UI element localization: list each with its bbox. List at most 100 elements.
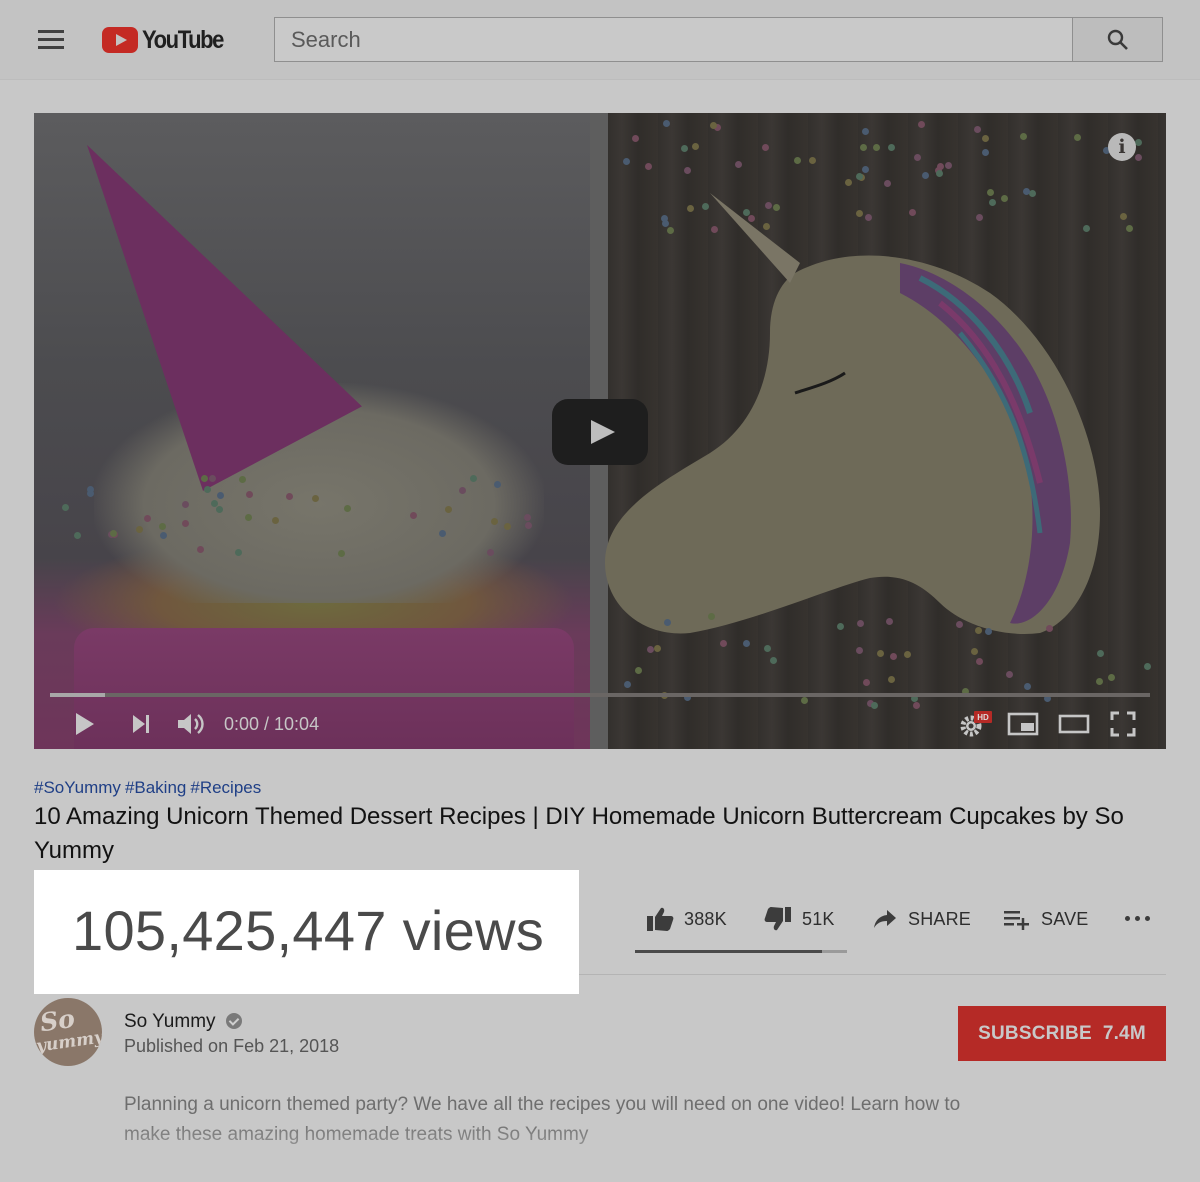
sprinkle [761,144,769,152]
progress-bar[interactable] [50,693,1150,697]
sentiment-bar [635,950,847,953]
sprinkle [707,613,715,621]
sprinkle [663,619,671,627]
miniplayer-icon[interactable] [1007,711,1039,737]
like-button[interactable]: 388K [646,903,727,935]
sprinkle [1028,189,1036,197]
sprinkle [888,143,896,151]
hashtag-soyummy[interactable]: #SoYummy [34,778,121,797]
sprinkle [469,475,477,483]
views-highlight: 105,425,447 views [34,870,579,994]
player-controls: 0:00 / 10:04 HD [34,703,1166,749]
sentiment-fill [635,950,822,953]
sprinkle [743,639,751,647]
save-label: SAVE [1041,908,1089,929]
channel-avatar[interactable]: So yummy [34,998,102,1066]
share-label: SHARE [908,908,972,929]
video-title: 10 Amazing Unicorn Themed Dessert Recipe… [34,803,1124,864]
time-display: 0:00 / 10:04 [224,714,320,734]
sprinkle [1022,188,1030,196]
top-header: YouTube [0,0,1200,80]
more-icon[interactable] [1124,910,1154,926]
sprinkle [887,676,895,684]
sprinkle [984,628,992,636]
sprinkle [87,489,95,497]
divider [579,974,1166,975]
fullscreen-icon[interactable] [1110,711,1136,737]
thumbs-up-icon [647,907,674,931]
search-icon [1107,29,1128,50]
hashtag-recipes[interactable]: #Recipes [190,778,261,797]
youtube-logo-icon [102,27,138,53]
search-input[interactable] [275,18,1074,61]
logo-text: YouTube [142,25,224,54]
publish-date: Published on Feb 21, 2018 [124,1036,340,1056]
search-box [274,17,1074,62]
sprinkle [239,475,247,483]
video-player[interactable]: i 0:00 / 10:04 HD [34,113,1166,749]
sprinkle [1126,224,1134,232]
next-icon[interactable] [130,711,152,737]
dislike-count: 51K [802,908,835,929]
sprinkle [856,619,864,627]
sprinkle [622,157,630,165]
sprinkle [719,640,727,648]
sprinkle [210,499,218,507]
sprinkle [684,166,692,174]
sprinkle [1095,677,1103,685]
subscribe-button[interactable]: SUBSCRIBE 7.4M [958,1006,1166,1061]
sprinkle [772,203,780,211]
sprinkle [523,514,531,522]
hashtag-list: #SoYummy #Baking #Recipes [34,778,265,798]
sprinkle [955,620,963,628]
sprinkle [808,156,816,164]
theater-icon[interactable] [1058,711,1090,737]
sprinkle [845,178,853,186]
sprinkle [235,548,243,556]
progress-fill [50,693,105,697]
subscribe-label: SUBSCRIBE [978,1023,1092,1044]
sprinkle [135,525,143,533]
sprinkle [182,519,190,527]
sprinkle [1000,194,1008,202]
info-icon[interactable]: i [1108,133,1136,161]
search-button[interactable] [1072,17,1163,62]
channel-name[interactable]: So Yummy [124,1011,216,1033]
sprinkle [1020,132,1028,140]
sprinkle [524,521,532,529]
hashtag-baking[interactable]: #Baking [125,778,186,797]
settings-icon[interactable]: HD [958,711,992,739]
sprinkle [1006,670,1014,678]
thumbnail-left-milkshake [34,113,590,749]
sprinkle [61,504,69,512]
hd-badge: HD [977,713,989,722]
sprinkle [686,205,694,213]
sprinkle [1082,224,1090,232]
sprinkle [981,148,989,156]
sprinkle [883,179,891,187]
sprinkle [504,522,512,530]
sprinkle [885,617,893,625]
big-play-button[interactable] [552,399,648,465]
volume-icon[interactable] [176,711,206,737]
sprinkle [343,504,351,512]
save-button[interactable]: SAVE [1003,903,1089,935]
sprinkle [216,491,224,499]
play-icon[interactable] [74,711,96,737]
sprinkle [936,169,944,177]
sprinkle [653,645,661,652]
sprinkle [1119,212,1127,220]
sprinkle [836,622,844,630]
sprinkle [859,143,867,151]
sprinkle [944,162,952,170]
hamburger-menu-icon[interactable] [38,30,64,50]
dislike-button[interactable]: 51K [764,903,835,935]
youtube-logo[interactable]: YouTube [102,25,234,55]
share-button[interactable]: SHARE [872,903,971,935]
view-count: 105,425,447 views [72,899,545,962]
sprinkle [245,513,253,521]
unicorn-cake [605,193,1100,634]
sprinkle [769,656,777,664]
like-count: 388K [684,908,727,929]
add-to-playlist-icon [1004,911,1029,930]
